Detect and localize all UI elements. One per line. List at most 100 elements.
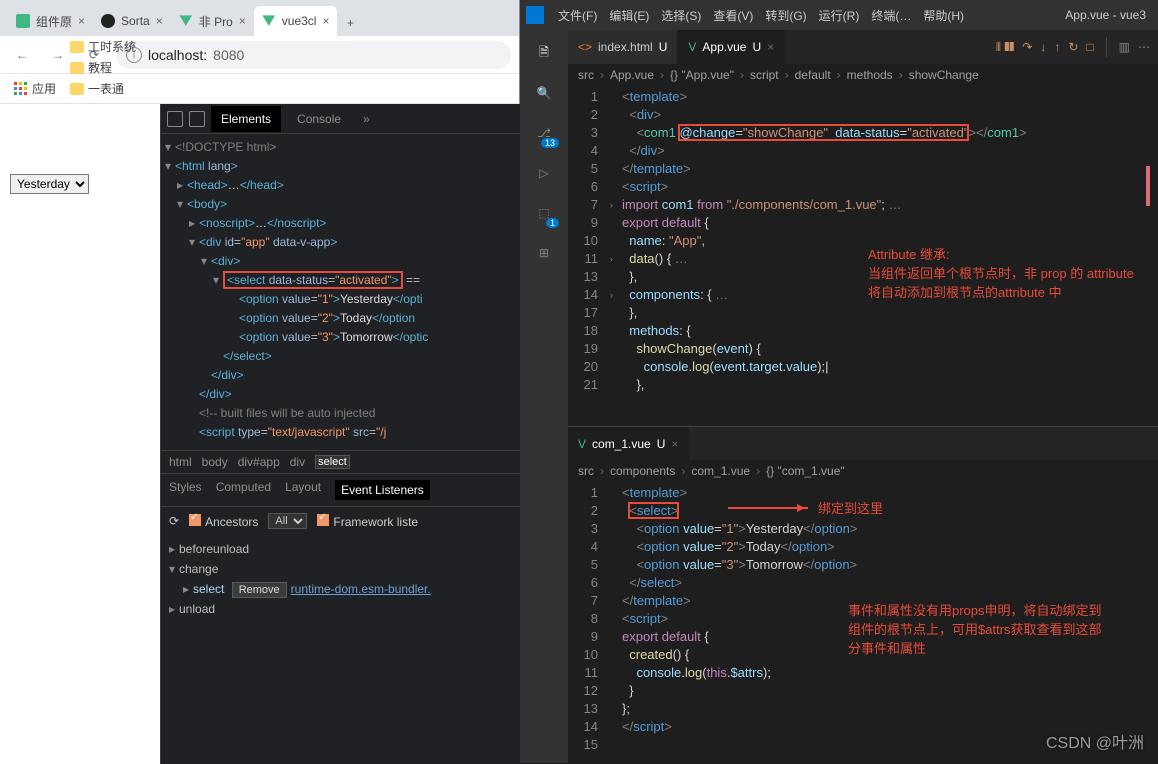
code-line[interactable]: 4 <option value="2">Today</option>	[568, 538, 1158, 556]
dom-tree[interactable]: ▾<!DOCTYPE html>▾<html lang>▸<head>…</he…	[161, 134, 520, 450]
menu-item[interactable]: 选择(S)	[655, 5, 707, 27]
event-change[interactable]: ▾change	[169, 559, 512, 579]
breadcrumb-item[interactable]: {} "App.vue"	[670, 68, 734, 82]
page-select[interactable]: Yesterday	[10, 174, 89, 194]
menu-item[interactable]: 运行(R)	[813, 5, 866, 27]
dom-node[interactable]: ▾<!DOCTYPE html>	[165, 138, 520, 157]
code-line[interactable]: 12 }	[568, 682, 1158, 700]
framework-checkbox[interactable]: Framework liste	[317, 514, 418, 529]
code-line[interactable]: 5 <option value="3">Tomorrow</option>	[568, 556, 1158, 574]
breadcrumb-item[interactable]: methods	[847, 68, 893, 82]
chrome-tab[interactable]: Sorta×	[93, 6, 171, 36]
crumb[interactable]: div	[290, 455, 305, 469]
breadcrumb-item[interactable]: {} "com_1.vue"	[766, 464, 845, 478]
breadcrumb-item[interactable]: App.vue	[610, 68, 654, 82]
close-icon[interactable]: ×	[78, 14, 85, 28]
breadcrumb-top[interactable]: src›App.vue›{} "App.vue"›script›default›…	[568, 64, 1158, 86]
refresh-icon[interactable]: ⟳	[169, 514, 179, 528]
bookmark-item[interactable]: 工时系统	[66, 36, 140, 57]
panel-tab[interactable]: Computed	[216, 480, 271, 500]
filter-select[interactable]: All	[268, 513, 307, 529]
menu-item[interactable]: 文件(F)	[552, 5, 603, 27]
close-icon[interactable]: ×	[322, 14, 329, 28]
code-line[interactable]: 5</template>	[568, 160, 1158, 178]
code-line[interactable]: 7›import com1 from "./components/com_1.v…	[568, 196, 1158, 214]
dom-node[interactable]: ▾<div id="app" data-v-app>	[165, 233, 520, 252]
extensions-icon[interactable]: ⬚1	[531, 200, 557, 226]
code-line[interactable]: 6<script>	[568, 178, 1158, 196]
menu-item[interactable]: 查看(V)	[707, 5, 759, 27]
breadcrumb-item[interactable]: com_1.vue	[691, 464, 750, 478]
crumb[interactable]: html	[169, 455, 192, 469]
code-line[interactable]: 6 </select>	[568, 574, 1158, 592]
debug-out-icon[interactable]: ↑	[1054, 40, 1060, 54]
debug-icon[interactable]: ▷	[531, 160, 557, 186]
editor-tab[interactable]: <>index.html U	[568, 30, 678, 64]
bookmark-item[interactable]: 教程	[66, 57, 140, 78]
event-change-select[interactable]: ▸select Removeruntime-dom.esm-bundler.	[169, 579, 512, 599]
dom-node[interactable]: </div>	[165, 366, 520, 385]
event-beforeunload[interactable]: ▸beforeunload	[169, 539, 512, 559]
panel-tab[interactable]: Layout	[285, 480, 321, 500]
crumb[interactable]: select	[315, 455, 350, 469]
debug-restart-icon[interactable]: ↻	[1068, 40, 1078, 54]
code-line[interactable]: 17 },	[568, 304, 1158, 322]
code-line[interactable]: 2 <div>	[568, 106, 1158, 124]
scm-icon[interactable]: ⎇13	[531, 120, 557, 146]
breadcrumb-item[interactable]: components	[610, 464, 675, 478]
close-icon[interactable]: ×	[239, 14, 246, 28]
dom-node[interactable]: <!-- built files will be auto injected	[165, 404, 520, 423]
dom-node[interactable]: <option value="1">Yesterday</opti	[165, 290, 520, 309]
dom-node[interactable]: ▾<html lang>	[165, 157, 520, 176]
dom-node[interactable]: ▾<body>	[165, 195, 520, 214]
address-bar[interactable]: i localhost:8080	[116, 41, 511, 69]
panel-tab[interactable]: Event Listeners	[335, 480, 430, 500]
tab-elements[interactable]: Elements	[211, 106, 281, 132]
new-tab-button[interactable]: +	[337, 10, 363, 36]
dom-node[interactable]: </div>	[165, 385, 520, 404]
code-line[interactable]: 13};	[568, 700, 1158, 718]
code-line[interactable]: 18 methods: {	[568, 322, 1158, 340]
code-line[interactable]: 4 </div>	[568, 142, 1158, 160]
extra-icon[interactable]: ⊞	[531, 240, 557, 266]
code-line[interactable]: 20 console.log(event.target.value);|	[568, 358, 1158, 376]
editor-more-icon[interactable]: ⋯	[1138, 40, 1150, 54]
tabs-more-icon[interactable]: »	[357, 112, 376, 126]
menu-item[interactable]: 终端(…	[865, 5, 917, 27]
code-line[interactable]: 9export default {	[568, 214, 1158, 232]
editor-tab[interactable]: VApp.vue U×	[678, 30, 785, 64]
breadcrumb-bottom[interactable]: src›components›com_1.vue›{} "com_1.vue"	[568, 460, 1158, 482]
dom-node[interactable]: <script type="text/javascript" src="/j	[165, 423, 520, 442]
dom-node[interactable]: ▸<noscript>…</noscript>	[165, 214, 520, 233]
ancestors-checkbox[interactable]: Ancestors	[189, 514, 258, 529]
breadcrumb-trail[interactable]: htmlbodydiv#appdivselect	[161, 450, 520, 473]
code-line[interactable]: 3 <com1 @change="showChange" data-status…	[568, 124, 1158, 142]
code-line[interactable]: 11 console.log(this.$attrs);	[568, 664, 1158, 682]
debug-into-icon[interactable]: ↓	[1040, 40, 1046, 54]
code-line[interactable]: 21 },	[568, 376, 1158, 394]
chrome-tab[interactable]: vue3cl×	[254, 6, 338, 36]
dom-node[interactable]: ▾<select data-status="activated"> ==	[165, 271, 520, 290]
search-icon[interactable]: 🔍	[531, 80, 557, 106]
crumb[interactable]: div#app	[238, 455, 280, 469]
back-button[interactable]: ←	[8, 41, 36, 69]
dom-node[interactable]: ▸<head>…</head>	[165, 176, 520, 195]
close-icon[interactable]: ×	[671, 437, 678, 451]
bookmark-item[interactable]: 一表通	[66, 78, 140, 99]
debug-step-icon[interactable]: ↷	[1022, 40, 1032, 54]
code-line[interactable]: 1<template>	[568, 88, 1158, 106]
close-icon[interactable]: ×	[156, 14, 163, 28]
dom-node[interactable]: <option value="3">Tomorrow</optic	[165, 328, 520, 347]
event-unload[interactable]: ▸unload	[169, 599, 512, 619]
dom-node[interactable]: </select>	[165, 347, 520, 366]
breadcrumb-item[interactable]: showChange	[909, 68, 979, 82]
breadcrumb-item[interactable]: src	[578, 464, 594, 478]
chrome-tab[interactable]: 非 Pro×	[171, 6, 254, 36]
inspect-icon[interactable]	[167, 111, 183, 127]
chrome-tab[interactable]: 组件原×	[8, 6, 93, 36]
dom-node[interactable]: <option value="2">Today</option	[165, 309, 520, 328]
explorer-icon[interactable]: 🗎	[531, 40, 557, 66]
listener-source-link[interactable]: runtime-dom.esm-bundler.	[291, 582, 431, 596]
debug-stop-icon[interactable]: □	[1086, 40, 1093, 54]
close-icon[interactable]: ×	[767, 40, 774, 54]
